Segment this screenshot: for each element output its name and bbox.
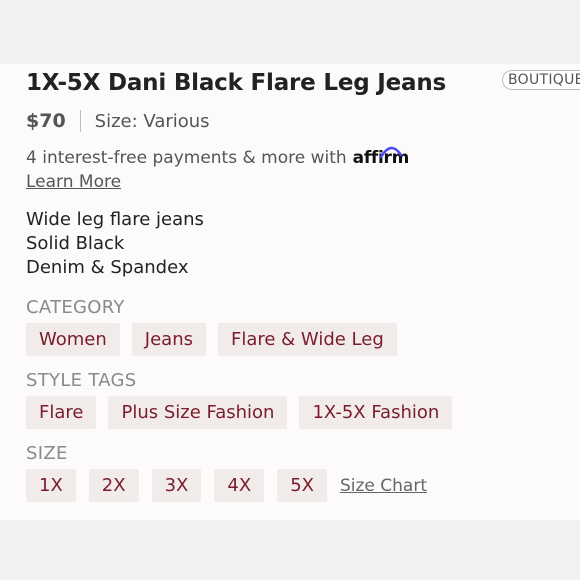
size-chip-3x[interactable]: 3X — [151, 469, 202, 502]
product-title: 1X-5X Dani Black Flare Leg Jeans — [26, 70, 447, 96]
size-chip-4x[interactable]: 4X — [214, 469, 265, 502]
description-line: Solid Black — [26, 233, 125, 254]
style-tag-flare[interactable]: Flare — [26, 396, 97, 429]
size-info: Size: Various — [94, 110, 210, 132]
size-label: SIZE — [26, 443, 68, 464]
price-row: $70 Size: Various — [26, 108, 210, 134]
payment-text: 4 interest-free payments & more with — [26, 148, 347, 168]
affirm-arc-icon — [379, 146, 402, 158]
style-tags-label: STYLE TAGS — [26, 370, 137, 391]
category-label: CATEGORY — [26, 297, 125, 318]
learn-more-link[interactable]: Learn More — [26, 172, 121, 192]
category-chip-women[interactable]: Women — [26, 323, 120, 356]
divider — [79, 110, 81, 132]
affirm-logo: affirm — [353, 146, 409, 168]
price: $70 — [26, 110, 66, 132]
category-chip-jeans[interactable]: Jeans — [131, 323, 206, 356]
style-tag-plus-size-fashion[interactable]: Plus Size Fashion — [108, 396, 288, 429]
style-tag-1x-5x-fashion[interactable]: 1X-5X Fashion — [299, 396, 453, 429]
product-description: Wide leg flare jeans Solid Black Denim &… — [26, 208, 204, 280]
description-line: Wide leg flare jeans — [26, 209, 204, 230]
description-line: Denim & Spandex — [26, 257, 189, 278]
category-chips: Women Jeans Flare & Wide Leg — [26, 323, 397, 356]
size-chips: 1X 2X 3X 4X 5X Size Chart — [26, 469, 427, 502]
boutique-badge: BOUTIQUE — [502, 70, 580, 90]
size-chart-link[interactable]: Size Chart — [340, 476, 427, 496]
style-tag-chips: Flare Plus Size Fashion 1X-5X Fashion — [26, 396, 453, 429]
size-chip-5x[interactable]: 5X — [277, 469, 327, 502]
size-chip-1x[interactable]: 1X — [26, 469, 76, 502]
affirm-row: 4 interest-free payments & more with aff… — [26, 146, 409, 168]
size-chip-2x[interactable]: 2X — [88, 469, 139, 502]
category-chip-flare-wide-leg[interactable]: Flare & Wide Leg — [217, 323, 397, 356]
